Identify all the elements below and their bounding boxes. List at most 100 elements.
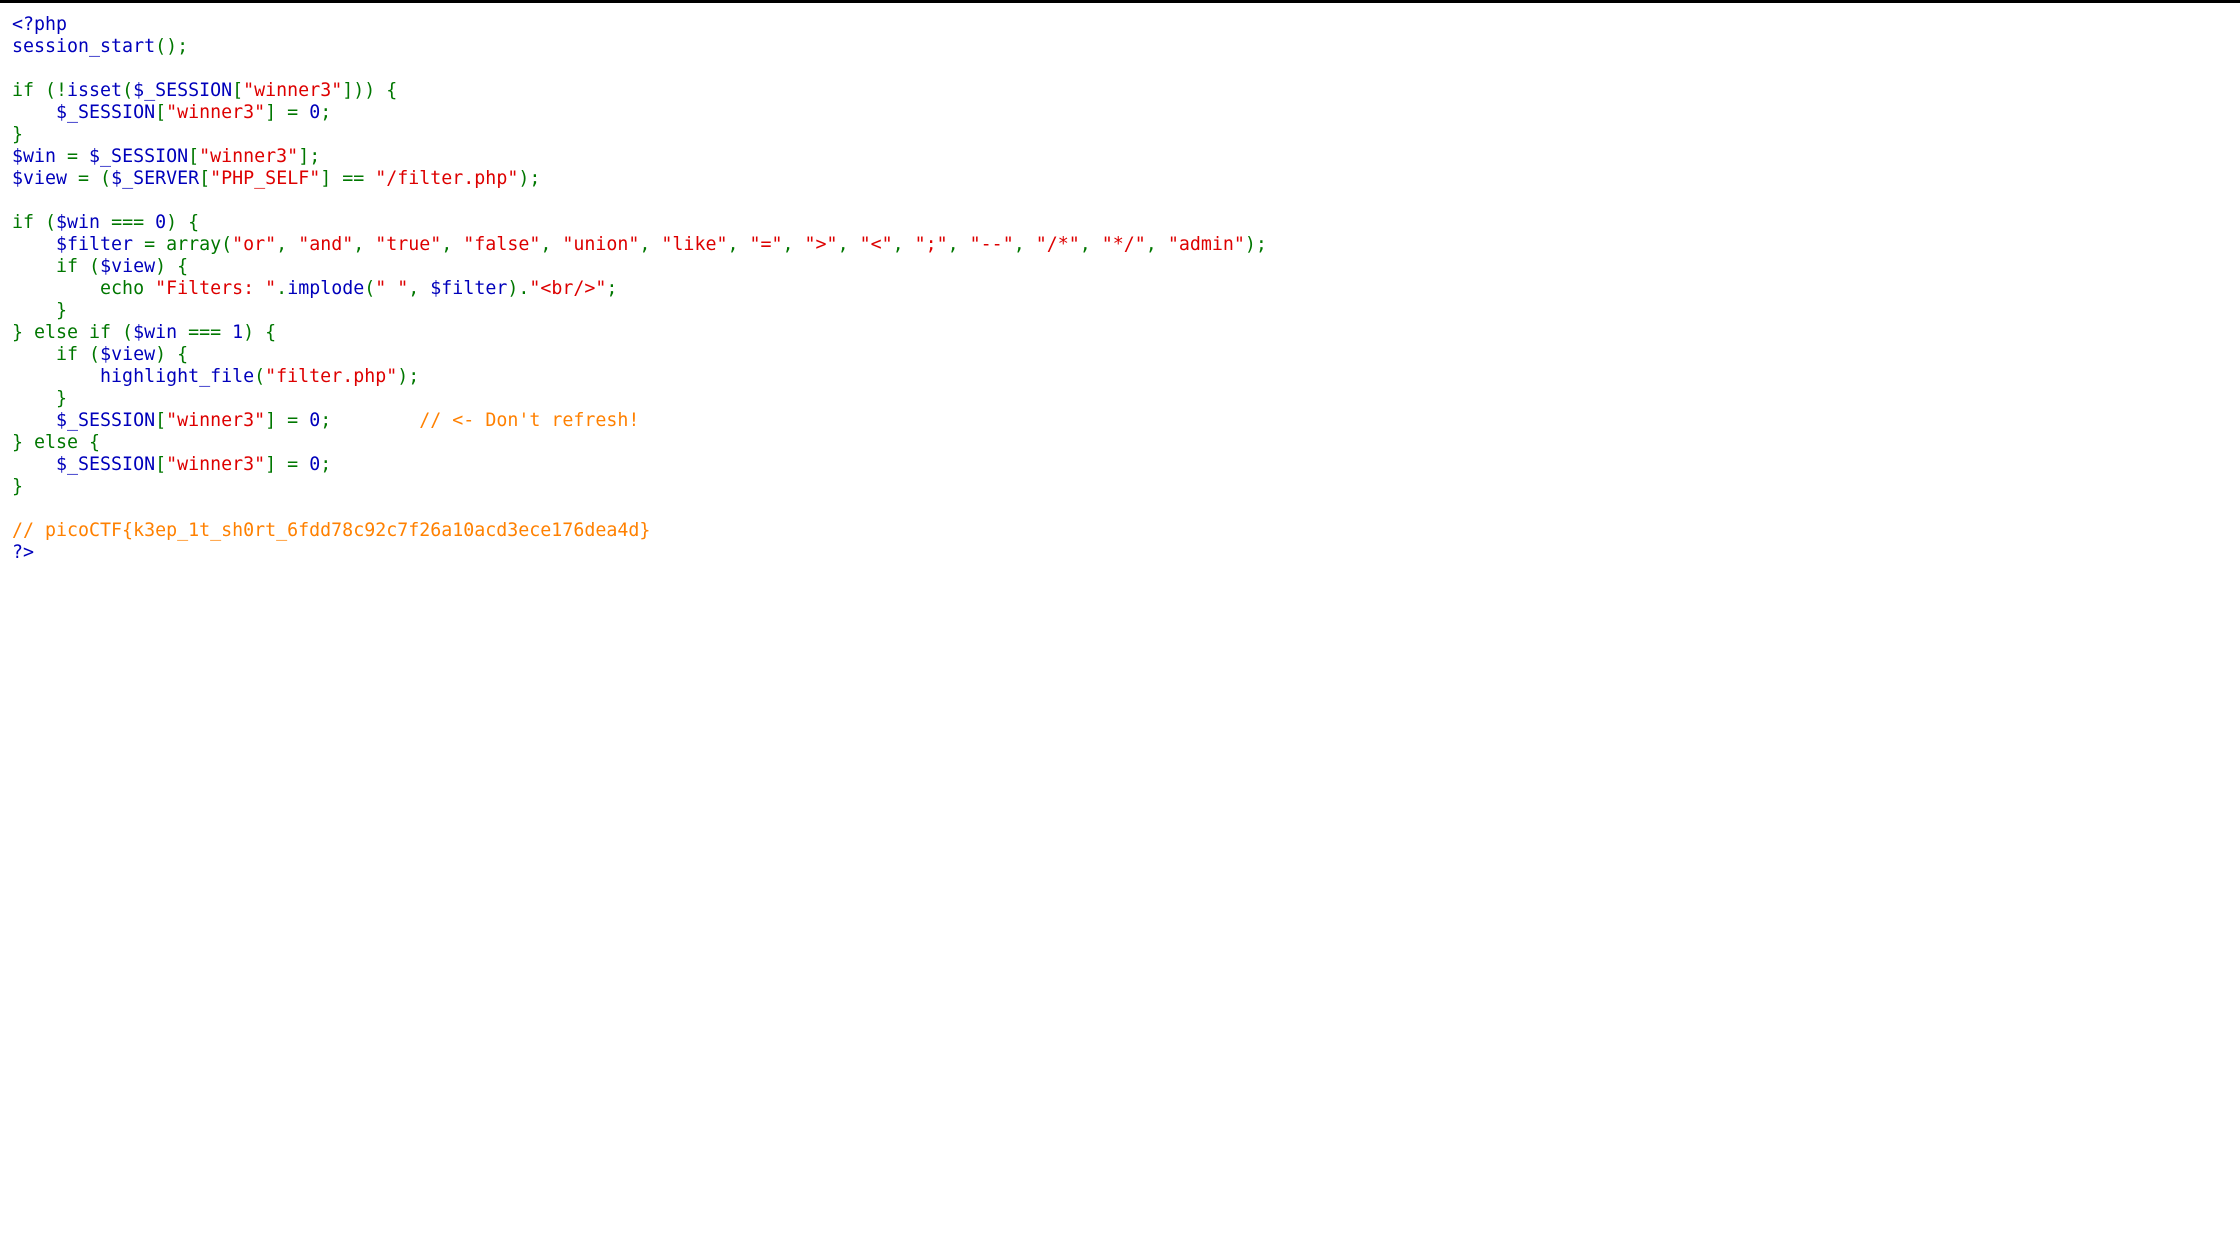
code-keyword: ); — [518, 168, 541, 189]
code-keyword: [ — [155, 454, 167, 475]
code-identifier: $view — [12, 168, 79, 189]
code-keyword: ) { — [155, 256, 189, 277]
code-keyword: , — [639, 234, 662, 255]
code-identifier: highlight_file — [12, 366, 255, 387]
code-string: "false" — [463, 234, 541, 255]
code-keyword: , — [782, 234, 805, 255]
code-keyword: , — [837, 234, 860, 255]
code-keyword: ) { — [243, 322, 277, 343]
highlighted-source-code: <?php session_start(); if (!isset($_SESSI… — [12, 14, 1267, 564]
code-keyword: ) { — [166, 212, 200, 233]
code-string: "/filter.php" — [375, 168, 519, 189]
code-keyword: ) { — [155, 344, 189, 365]
code-line: $view = ($_SERVER["PHP_SELF"] == "/filte… — [12, 168, 1267, 190]
code-keyword: , — [1145, 234, 1168, 255]
code-string: "=" — [749, 234, 783, 255]
code-keyword: ; — [606, 278, 618, 299]
code-keyword: ( — [254, 366, 266, 387]
code-line: if ($view) { — [12, 344, 1267, 366]
code-string: "winner3" — [166, 454, 266, 475]
code-identifier: ?> — [12, 542, 35, 563]
code-line: // picoCTF{k3ep_1t_sh0rt_6fdd78c92c7f26a… — [12, 520, 1267, 542]
code-keyword: = — [67, 146, 90, 167]
code-keyword: , — [727, 234, 750, 255]
code-line: } — [12, 476, 1267, 498]
code-identifier: $_SESSION — [12, 102, 156, 123]
code-comment: // <- Don't refresh! — [419, 410, 640, 431]
code-string: "winner3" — [199, 146, 299, 167]
code-identifier: 0 — [155, 212, 167, 233]
code-keyword: = array( — [144, 234, 233, 255]
code-keyword: , — [892, 234, 915, 255]
code-identifier: $_SESSION — [89, 146, 189, 167]
code-identifier: $win — [12, 146, 68, 167]
code-keyword: } — [12, 124, 24, 145]
code-identifier: $_SESSION — [133, 80, 233, 101]
code-string: "*/" — [1101, 234, 1146, 255]
code-keyword: } — [12, 300, 68, 321]
code-string: "Filters: " — [155, 278, 277, 299]
code-keyword: ; — [320, 454, 332, 475]
code-line: $_SESSION["winner3"] = 0; // <- Don't re… — [12, 410, 1267, 432]
code-identifier: 0 — [309, 410, 321, 431]
code-line: ?> — [12, 542, 1267, 564]
code-keyword: === — [188, 322, 233, 343]
code-keyword: ( — [364, 278, 376, 299]
code-keyword: ; — [320, 410, 420, 431]
code-line: } else if ($win === 1) { — [12, 322, 1267, 344]
code-keyword: [ — [199, 168, 211, 189]
code-line: if (!isset($_SESSION["winner3"])) { — [12, 80, 1267, 102]
code-string: "<" — [859, 234, 893, 255]
code-identifier: $win — [133, 322, 189, 343]
code-keyword: ] = — [265, 102, 310, 123]
code-keyword: , — [408, 278, 431, 299]
code-string: "filter.php" — [265, 366, 398, 387]
code-string: "admin" — [1167, 234, 1245, 255]
code-keyword: === — [111, 212, 156, 233]
code-string: "/*" — [1035, 234, 1080, 255]
code-string: "true" — [375, 234, 442, 255]
code-string: "<br/>" — [529, 278, 607, 299]
code-keyword: } — [12, 476, 24, 497]
code-keyword: [ — [155, 410, 167, 431]
code-keyword: , — [540, 234, 563, 255]
code-keyword: } — [12, 388, 68, 409]
code-keyword: ; — [320, 102, 332, 123]
code-line: } — [12, 300, 1267, 322]
code-line: echo "Filters: ".implode(" ", $filter)."… — [12, 278, 1267, 300]
code-line: session_start(); — [12, 36, 1267, 58]
code-line: highlight_file("filter.php"); — [12, 366, 1267, 388]
code-keyword: , — [353, 234, 376, 255]
code-keyword: ); — [397, 366, 420, 387]
code-identifier: $view — [100, 256, 156, 277]
code-keyword: [ — [188, 146, 200, 167]
code-keyword: ] == — [320, 168, 376, 189]
code-keyword: , — [1013, 234, 1036, 255]
code-line: } else { — [12, 432, 1267, 454]
code-string: "like" — [661, 234, 728, 255]
code-keyword: if (! — [12, 80, 68, 101]
code-identifier: $_SESSION — [12, 454, 156, 475]
code-keyword: if ( — [12, 256, 101, 277]
code-keyword: if ( — [12, 344, 101, 365]
code-comment: // picoCTF{k3ep_1t_sh0rt_6fdd78c92c7f26a… — [12, 520, 651, 541]
code-line: if ($view) { — [12, 256, 1267, 278]
code-string: "PHP_SELF" — [210, 168, 321, 189]
code-identifier: <?php — [12, 14, 68, 35]
code-identifier: session_start — [12, 36, 156, 57]
code-line: $filter = array("or", "and", "true", "fa… — [12, 234, 1267, 256]
code-line: $win = $_SESSION["winner3"]; — [12, 146, 1267, 168]
code-string: ">" — [804, 234, 838, 255]
code-identifier: $_SESSION — [12, 410, 156, 431]
code-identifier: 0 — [309, 102, 321, 123]
code-keyword: ( — [122, 80, 134, 101]
code-keyword: , — [276, 234, 299, 255]
code-keyword: ). — [507, 278, 530, 299]
code-keyword: , — [441, 234, 464, 255]
code-keyword: ]; — [298, 146, 321, 167]
code-identifier: $win — [56, 212, 112, 233]
code-keyword: , — [947, 234, 970, 255]
